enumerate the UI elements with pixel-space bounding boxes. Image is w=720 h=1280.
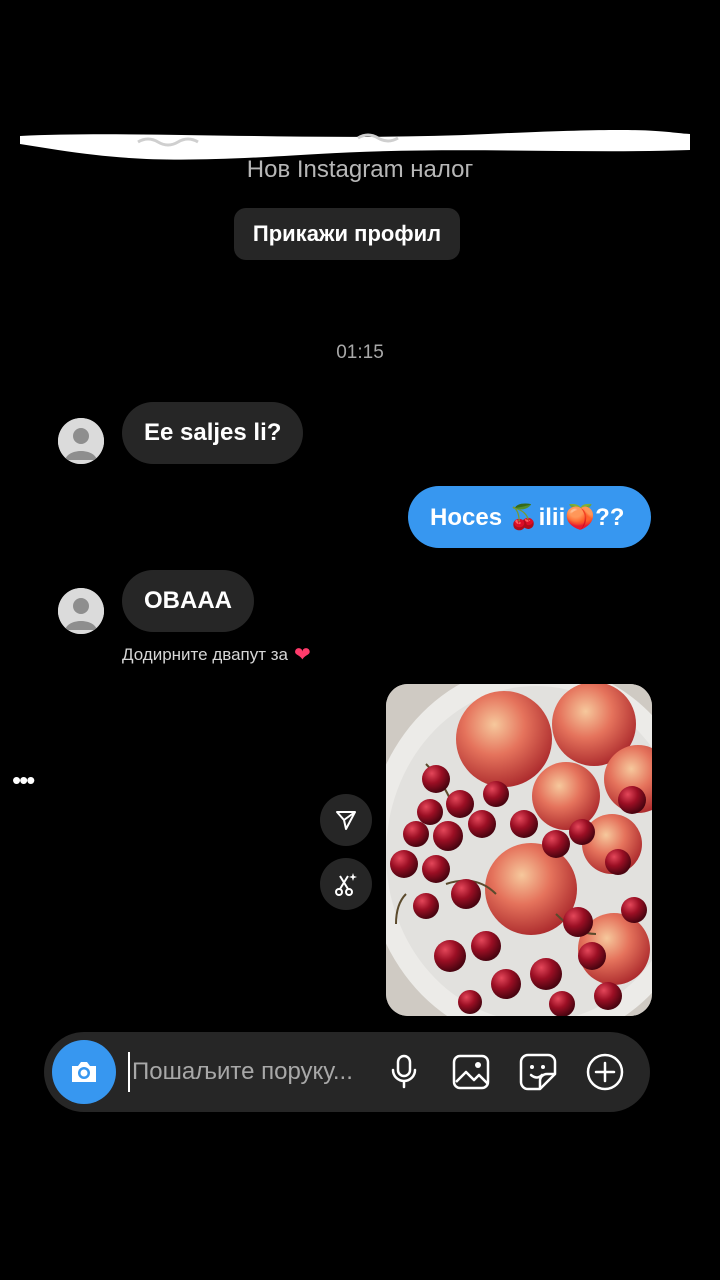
add-button[interactable] (585, 1052, 625, 1092)
share-button[interactable] (320, 794, 372, 846)
gallery-button[interactable] (451, 1052, 491, 1092)
default-avatar-icon (58, 588, 104, 634)
message-bubble-incoming[interactable]: Ee saljes li? (122, 402, 304, 464)
message-bubble-incoming[interactable]: OBAAA (122, 570, 254, 632)
double-tap-hint: Додирните двапут за ❤ (122, 642, 311, 667)
sticker-button[interactable] (518, 1052, 558, 1092)
default-avatar-icon (58, 418, 104, 464)
gallery-icon (452, 1054, 490, 1090)
camera-icon (72, 1062, 96, 1082)
avatar[interactable] (58, 588, 104, 634)
message-timestamp: 01:15 (336, 342, 384, 363)
microphone-icon (391, 1054, 417, 1089)
plus-circle-icon (586, 1053, 624, 1091)
view-profile-button[interactable]: Прикажи профил (234, 208, 460, 260)
effects-button[interactable] (320, 858, 372, 910)
microphone-button[interactable] (384, 1052, 424, 1092)
account-subtitle: Нов Instagram налог (246, 156, 474, 183)
avatar[interactable] (58, 418, 104, 464)
sticker-icon (519, 1053, 557, 1091)
share-icon (336, 811, 356, 830)
fruit-photo (386, 684, 652, 1016)
message-bubble-outgoing[interactable]: Hoces 🍒ilii🍑?? (408, 486, 651, 548)
message-input[interactable] (128, 1052, 378, 1092)
photo-message[interactable] (386, 684, 652, 1016)
effects-icon (335, 873, 357, 896)
heart-icon: ❤ (294, 644, 311, 666)
more-icon[interactable]: ••• (12, 767, 35, 793)
camera-button[interactable] (52, 1040, 116, 1104)
double-tap-hint-text: Додирните двапут за (122, 644, 288, 664)
